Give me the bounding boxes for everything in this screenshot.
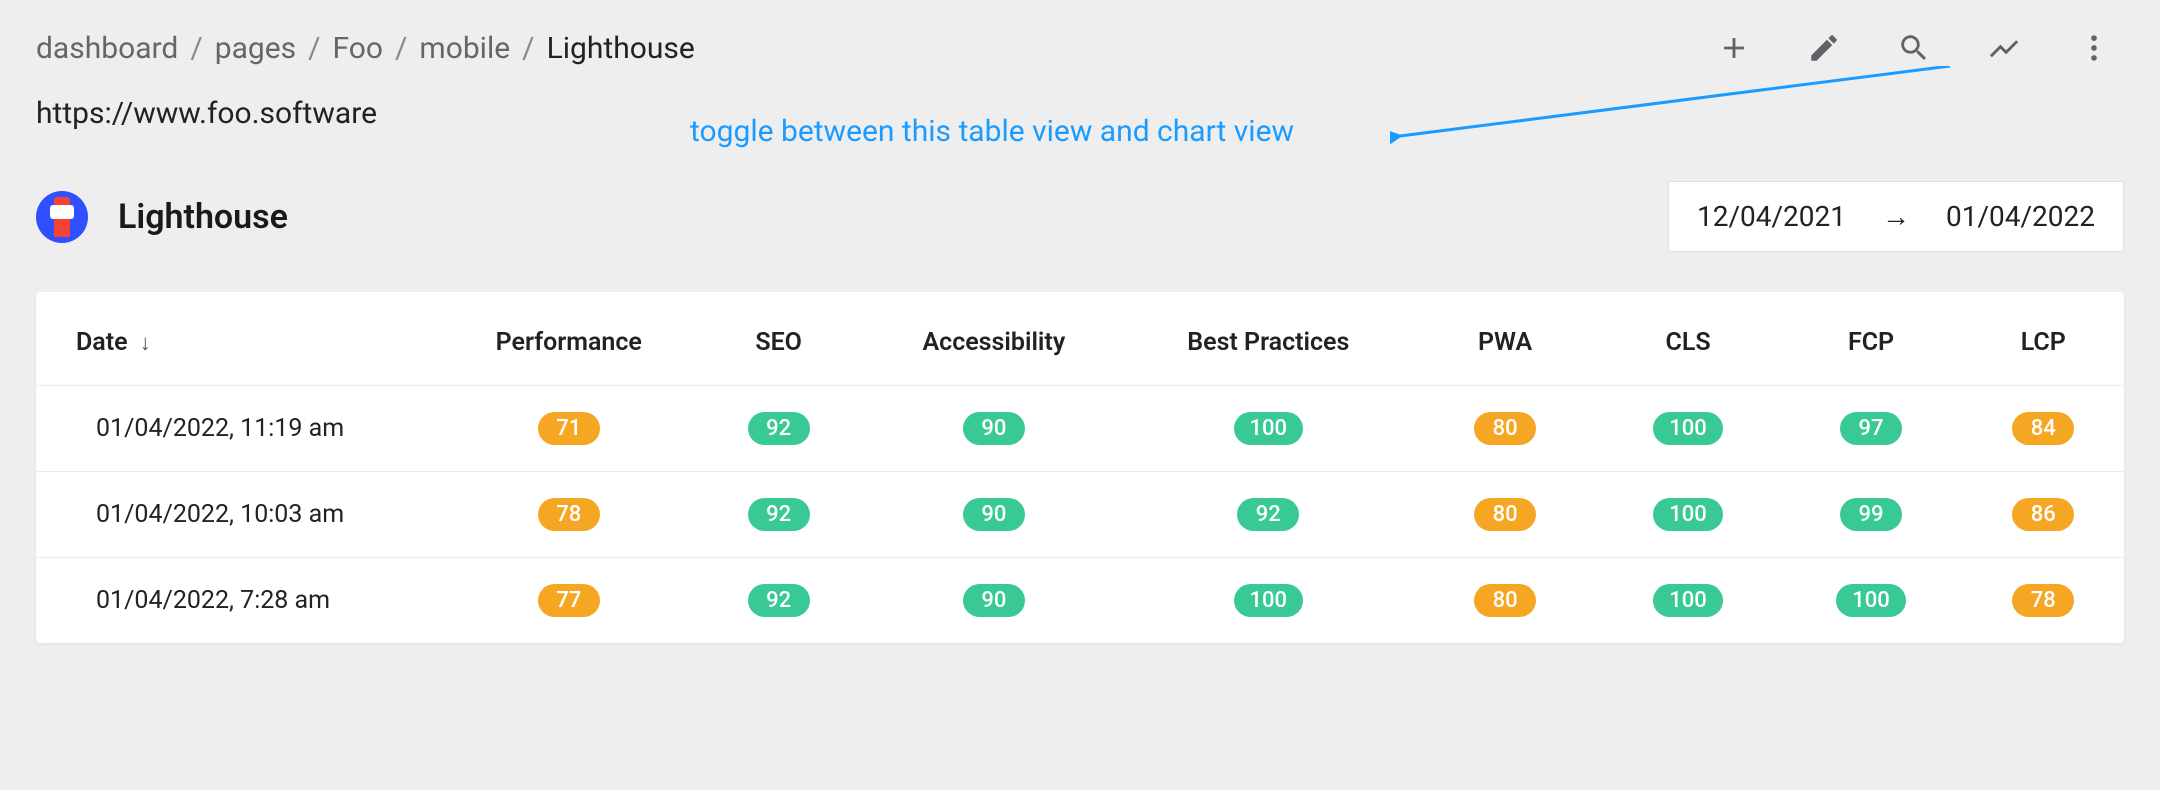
page-url: https://www.foo.software [0, 68, 2160, 131]
breadcrumb: dashboard / pages / Foo / mobile / Light… [36, 31, 695, 66]
cell-score: 78 [445, 472, 693, 558]
cell-score: 100 [1597, 386, 1780, 472]
cell-date: 01/04/2022, 7:28 am [36, 558, 445, 644]
page-title: Lighthouse [118, 197, 288, 237]
score-pill: 80 [1474, 498, 1536, 531]
date-range-start: 12/04/2021 [1697, 200, 1846, 233]
cell-score: 90 [865, 558, 1123, 644]
score-pill: 92 [748, 498, 810, 531]
plus-icon [1717, 31, 1751, 65]
table-row[interactable]: 01/04/2022, 11:19 am 71 92 90 100 80 100 97 84 [36, 386, 2124, 472]
score-pill: 92 [1237, 498, 1299, 531]
cell-score: 100 [1780, 558, 1963, 644]
results-table-card: Date ↓ Performance SEO Accessibility Bes… [36, 292, 2124, 643]
cell-score: 86 [1963, 472, 2124, 558]
score-pill: 100 [1653, 584, 1723, 617]
col-pwa[interactable]: PWA [1414, 292, 1597, 386]
score-pill: 78 [2012, 584, 2074, 617]
cell-score: 80 [1414, 558, 1597, 644]
col-performance[interactable]: Performance [445, 292, 693, 386]
table-row[interactable]: 01/04/2022, 10:03 am 78 92 90 92 80 100 99 86 [36, 472, 2124, 558]
score-pill: 92 [748, 412, 810, 445]
cell-score: 77 [445, 558, 693, 644]
breadcrumb-separator: / [308, 31, 320, 66]
table-row[interactable]: 01/04/2022, 7:28 am 77 92 90 100 80 100 100 78 [36, 558, 2124, 644]
score-pill: 84 [2012, 412, 2074, 445]
cell-score: 90 [865, 472, 1123, 558]
col-fcp[interactable]: FCP [1780, 292, 1963, 386]
cell-score: 80 [1414, 386, 1597, 472]
cell-score: 90 [865, 386, 1123, 472]
cell-score: 97 [1780, 386, 1963, 472]
breadcrumb-separator: / [395, 31, 407, 66]
score-pill: 90 [963, 498, 1025, 531]
score-pill: 100 [1836, 584, 1906, 617]
score-pill: 100 [1653, 412, 1723, 445]
breadcrumb-pages[interactable]: pages [215, 31, 296, 66]
cell-date: 01/04/2022, 11:19 am [36, 386, 445, 472]
score-pill: 100 [1234, 584, 1304, 617]
score-pill: 90 [963, 584, 1025, 617]
score-pill: 92 [748, 584, 810, 617]
cell-score: 92 [693, 386, 865, 472]
score-pill: 100 [1653, 498, 1723, 531]
score-pill: 90 [963, 412, 1025, 445]
cell-score: 100 [1597, 472, 1780, 558]
cell-score: 92 [693, 472, 865, 558]
cell-score: 99 [1780, 472, 1963, 558]
results-table: Date ↓ Performance SEO Accessibility Bes… [36, 292, 2124, 643]
col-seo[interactable]: SEO [693, 292, 865, 386]
breadcrumb-separator: / [522, 31, 534, 66]
toolbar [1714, 28, 2124, 68]
cell-score: 100 [1123, 386, 1414, 472]
breadcrumb-current: Lighthouse [547, 31, 695, 66]
cell-date: 01/04/2022, 10:03 am [36, 472, 445, 558]
col-accessibility[interactable]: Accessibility [865, 292, 1123, 386]
cell-score: 92 [1123, 472, 1414, 558]
cell-score: 84 [1963, 386, 2124, 472]
col-date-label: Date [76, 328, 128, 357]
cell-score: 71 [445, 386, 693, 472]
lighthouse-logo-icon [36, 191, 88, 243]
score-pill: 80 [1474, 584, 1536, 617]
score-pill: 77 [538, 584, 600, 617]
pencil-icon [1807, 31, 1841, 65]
chart-toggle-button[interactable] [1984, 28, 2024, 68]
search-icon [1897, 31, 1931, 65]
score-pill: 80 [1474, 412, 1536, 445]
cell-score: 100 [1597, 558, 1780, 644]
col-date[interactable]: Date ↓ [36, 292, 445, 386]
date-range-picker[interactable]: 12/04/2021 → 01/04/2022 [1668, 181, 2124, 252]
score-pill: 97 [1840, 412, 1902, 445]
score-pill: 86 [2012, 498, 2074, 531]
arrow-right-icon: → [1882, 200, 1910, 233]
score-pill: 100 [1234, 412, 1304, 445]
sort-desc-icon: ↓ [140, 331, 151, 356]
cell-score: 100 [1123, 558, 1414, 644]
breadcrumb-mobile[interactable]: mobile [419, 31, 510, 66]
score-pill: 78 [538, 498, 600, 531]
breadcrumb-dashboard[interactable]: dashboard [36, 31, 178, 66]
more-vert-icon [2077, 31, 2111, 65]
edit-button[interactable] [1804, 28, 1844, 68]
cell-score: 78 [1963, 558, 2124, 644]
more-menu-button[interactable] [2074, 28, 2114, 68]
score-pill: 99 [1840, 498, 1902, 531]
cell-score: 92 [693, 558, 865, 644]
col-cls[interactable]: CLS [1597, 292, 1780, 386]
date-range-end: 01/04/2022 [1946, 200, 2095, 233]
chart-line-icon [1987, 31, 2021, 65]
breadcrumb-separator: / [190, 31, 202, 66]
search-button[interactable] [1894, 28, 1934, 68]
col-best-practices[interactable]: Best Practices [1123, 292, 1414, 386]
breadcrumb-foo[interactable]: Foo [333, 31, 384, 66]
add-button[interactable] [1714, 28, 1754, 68]
cell-score: 80 [1414, 472, 1597, 558]
col-lcp[interactable]: LCP [1963, 292, 2124, 386]
score-pill: 71 [538, 412, 600, 445]
